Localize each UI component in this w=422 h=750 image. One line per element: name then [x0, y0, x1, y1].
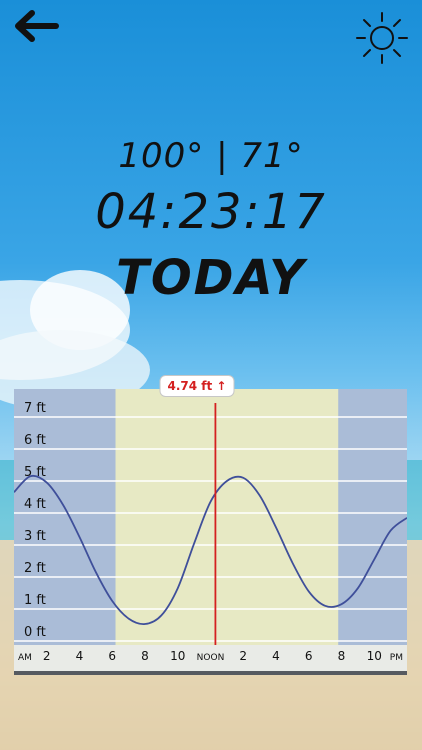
clock-time: 04:23:17	[95, 184, 327, 240]
tide-chart[interactable]: 0 ft 1 ft 2 ft 3 ft 4 ft 5 ft 6 ft 7 ft AM 2 4 6 8 10…	[14, 375, 407, 677]
x-tick-label: 4	[76, 649, 84, 663]
x-tick-label: PM	[390, 653, 403, 663]
sun-icon	[356, 12, 408, 64]
y-tick-label: 4 ft	[24, 497, 46, 512]
x-axis-bar	[14, 671, 407, 675]
x-tick-label: 8	[338, 649, 346, 663]
y-tick-label: 7 ft	[24, 401, 46, 416]
arrow-left-icon	[15, 10, 59, 42]
x-tick-label: 2	[239, 649, 247, 663]
y-tick-label: 0 ft	[24, 625, 46, 640]
x-tick-label: 2	[43, 649, 51, 663]
x-tick-label: 6	[108, 649, 116, 663]
tide-chart-plot: 0 ft1 ft2 ft3 ft4 ft5 ft6 ft7 ftAM 2 4 6 8 10…	[14, 389, 407, 675]
day-label: TODAY	[116, 250, 306, 306]
current-tide-callout: 4.74 ft ↑	[159, 375, 235, 397]
y-tick-label: 6 ft	[24, 433, 46, 448]
x-tick-label: 6	[305, 649, 313, 663]
x-tick-label: 10	[170, 649, 185, 663]
x-tick-label: 10	[367, 649, 382, 663]
brightness-button[interactable]	[352, 8, 412, 68]
x-tick-label: NOON	[197, 653, 225, 663]
back-button[interactable]	[10, 8, 62, 44]
y-tick-label: 2 ft	[24, 561, 46, 576]
x-tick-label: 8	[141, 649, 149, 663]
x-tick-label: 4	[272, 649, 280, 663]
y-tick-label: 3 ft	[24, 529, 46, 544]
day-band	[115, 389, 339, 645]
y-tick-label: 1 ft	[24, 593, 46, 608]
temperature-range: 100° | 71°	[118, 136, 304, 176]
x-tick-label: AM	[18, 653, 32, 663]
